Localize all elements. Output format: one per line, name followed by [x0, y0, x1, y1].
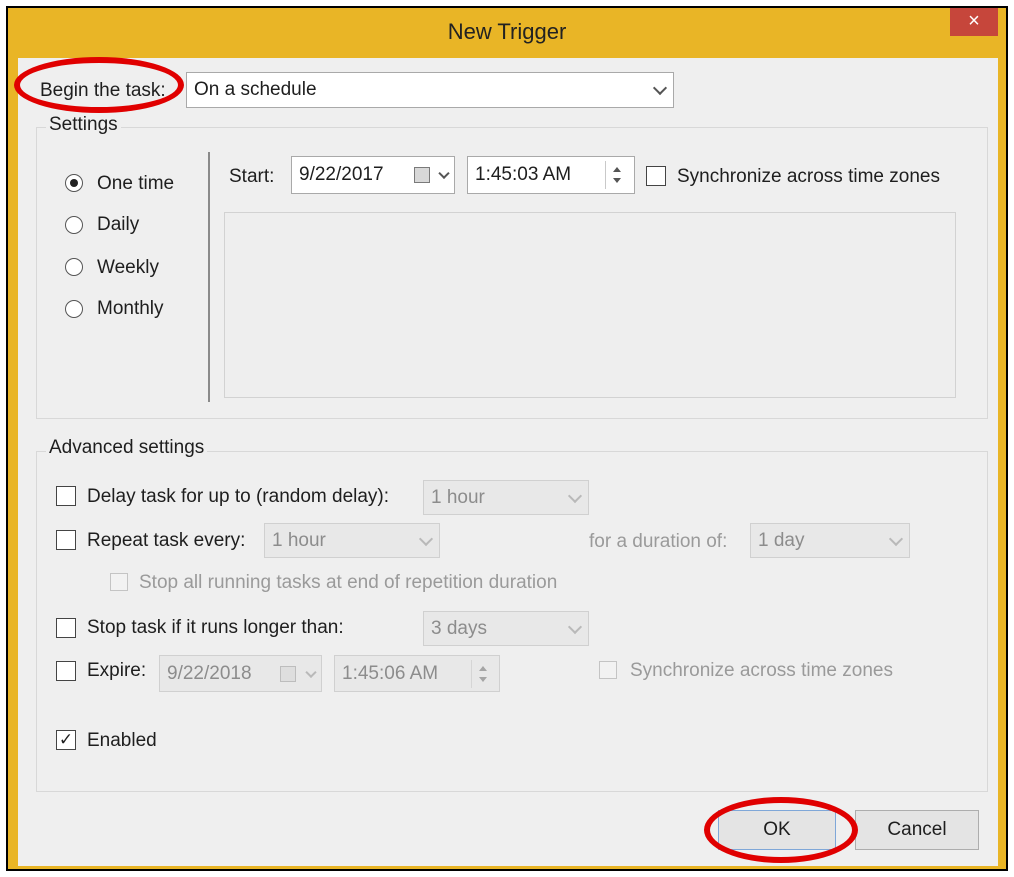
close-button[interactable]: × — [950, 8, 998, 36]
stop-task-longer-value: 3 days — [431, 618, 487, 639]
expire-sync-label: Synchronize across time zones — [630, 660, 893, 681]
radio-monthly-label: Monthly — [97, 298, 164, 319]
begin-task-value: On a schedule — [194, 79, 317, 100]
repeat-interval-value: 1 hour — [272, 530, 326, 551]
sync-timezones-checkbox[interactable] — [646, 166, 666, 186]
duration-value: 1 day — [758, 530, 805, 551]
settings-legend: Settings — [46, 114, 121, 136]
expire-date-value: 9/22/2018 — [167, 663, 252, 684]
start-time-value: 1:45:03 AM — [475, 164, 572, 185]
cancel-button[interactable]: Cancel — [855, 810, 979, 850]
calendar-icon — [414, 167, 430, 183]
radio-weekly-label: Weekly — [97, 257, 159, 278]
expire-time-value: 1:45:06 AM — [342, 663, 439, 684]
expire-sync-checkbox[interactable] — [599, 661, 617, 679]
radio-selected-dot — [70, 179, 78, 187]
start-date-value: 9/22/2017 — [299, 164, 384, 185]
time-spinner[interactable] — [605, 161, 627, 189]
start-time-picker[interactable]: 1:45:03 AM — [467, 156, 635, 194]
stop-all-tasks-checkbox[interactable] — [110, 573, 128, 591]
settings-separator — [208, 152, 210, 402]
expire-time-picker[interactable]: 1:45:06 AM — [334, 655, 500, 692]
enabled-checkbox[interactable]: ✓ — [56, 730, 76, 750]
stop-task-longer-label: Stop task if it runs longer than: — [87, 617, 344, 638]
calendar-icon — [280, 666, 296, 682]
begin-task-dropdown[interactable]: On a schedule — [186, 72, 674, 108]
chevron-down-icon — [438, 167, 450, 180]
delay-task-checkbox[interactable] — [56, 486, 76, 506]
delay-task-label: Delay task for up to (random delay): — [87, 486, 390, 507]
expire-checkbox[interactable] — [56, 661, 76, 681]
start-date-picker[interactable]: 9/22/2017 — [291, 156, 455, 194]
time-spinner[interactable] — [471, 660, 493, 688]
stop-task-longer-dropdown[interactable]: 3 days — [423, 611, 589, 646]
repeat-task-label: Repeat task every: — [87, 530, 246, 551]
chevron-down-icon — [567, 619, 583, 634]
radio-daily[interactable] — [65, 216, 83, 234]
stop-all-tasks-label: Stop all running tasks at end of repetit… — [139, 572, 558, 593]
highlight-ellipse-ok — [704, 797, 858, 863]
chevron-down-icon — [418, 531, 434, 546]
expire-date-picker[interactable]: 9/22/2018 — [159, 655, 322, 692]
duration-dropdown[interactable]: 1 day — [750, 523, 910, 558]
window-title: New Trigger — [447, 19, 567, 44]
chevron-down-icon — [567, 488, 583, 503]
sync-timezones-label: Synchronize across time zones — [677, 166, 940, 187]
start-label: Start: — [229, 166, 275, 187]
radio-weekly[interactable] — [65, 258, 83, 276]
radio-daily-label: Daily — [97, 214, 140, 235]
repeat-interval-dropdown[interactable]: 1 hour — [264, 523, 440, 558]
radio-one-time[interactable] — [65, 174, 83, 192]
chevron-down-icon — [888, 531, 904, 546]
expire-label: Expire: — [87, 660, 147, 681]
schedule-details-panel — [224, 212, 956, 398]
radio-one-time-label: One time — [97, 173, 175, 194]
chevron-down-icon — [652, 80, 668, 96]
duration-label: for a duration of: — [589, 531, 728, 552]
stop-task-longer-checkbox[interactable] — [56, 618, 76, 638]
radio-monthly[interactable] — [65, 300, 83, 318]
repeat-task-checkbox[interactable] — [56, 530, 76, 550]
highlight-ellipse-begin-task — [14, 57, 184, 113]
delay-value: 1 hour — [431, 487, 485, 508]
advanced-settings-legend: Advanced settings — [46, 437, 208, 459]
delay-dropdown[interactable]: 1 hour — [423, 480, 589, 515]
chevron-down-icon — [305, 666, 317, 678]
enabled-label: Enabled — [87, 730, 157, 751]
